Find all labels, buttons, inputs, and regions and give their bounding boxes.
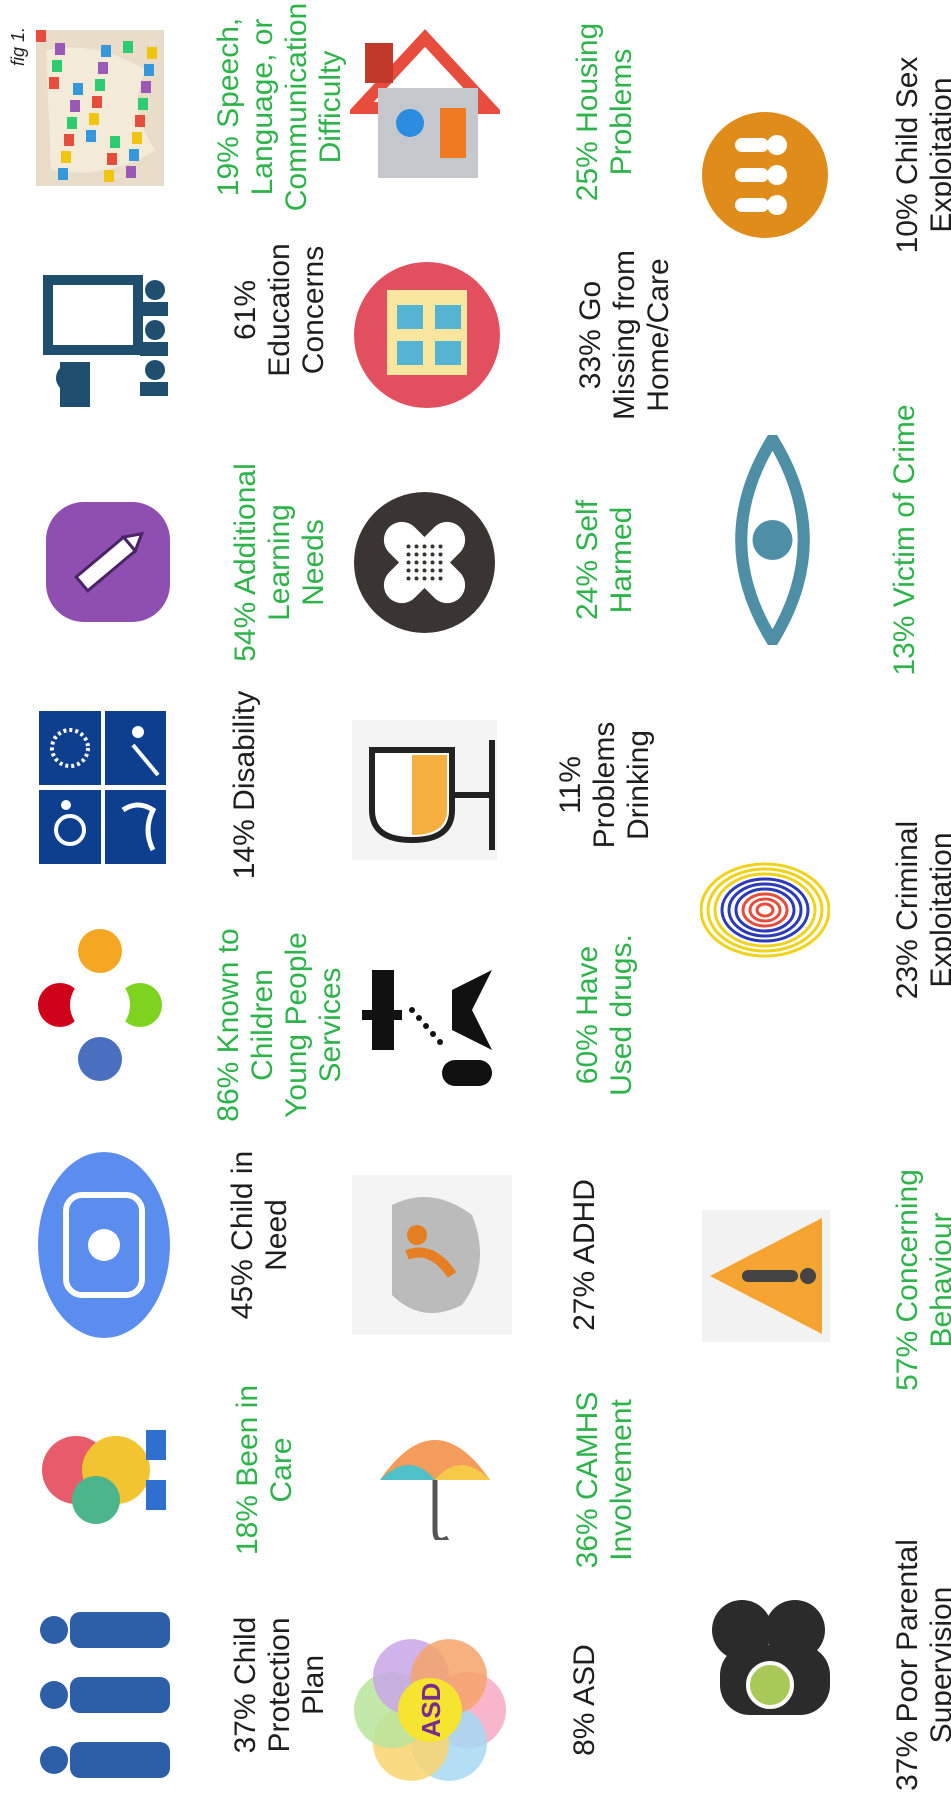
- stat-label-missing: 33% Go Missing from Home/Care: [574, 249, 675, 421]
- stat-label-learning: 54% Additional Learning Needs: [229, 463, 330, 662]
- people-circle-icon: [36, 925, 164, 1085]
- stat-label-care: 18% Been in Care: [231, 1384, 298, 1556]
- stat-label-camhs: 36% CAMHS Involvement: [571, 1391, 638, 1569]
- family-hands-icon: [36, 1150, 172, 1340]
- svg-text:ASD: ASD: [416, 1683, 446, 1738]
- figure-label: fig 1.: [8, 26, 28, 66]
- fingerprint-icon: [700, 860, 830, 960]
- drugs-icon: [352, 950, 497, 1090]
- eye-icon: [720, 435, 825, 645]
- stat-label-selfharm: 24% Self Harmed: [571, 499, 638, 621]
- house-icon: [350, 28, 500, 188]
- stat-label-cin: 45% Child in Need: [226, 1150, 293, 1320]
- stat-label-adhd: 27% ADHD: [568, 1179, 601, 1331]
- stat-label-cce: 23% Criminal Exploitation: [891, 820, 951, 1000]
- infographic: fig 1. 19% Speech, Language, or Communic…: [0, 0, 951, 1813]
- stat-label-cpp: 37% Child Protection Plan: [229, 1616, 330, 1754]
- umbrella-icon: [370, 1420, 500, 1540]
- speech-letters-icon: [36, 30, 164, 186]
- parent-child-icon: [700, 1580, 840, 1720]
- hugging-people-icon: [36, 1410, 170, 1530]
- warning-icon: [702, 1210, 830, 1342]
- stat-label-behaviour: 57% Concerning Behaviour: [891, 1169, 951, 1391]
- three-figures-icon: [700, 110, 830, 240]
- disability-symbols-icon: [38, 710, 166, 864]
- adhd-figures-icon: [352, 1175, 512, 1335]
- stat-label-drugs: 60% Have Used drugs.: [571, 934, 638, 1096]
- classroom-icon: [40, 270, 168, 410]
- family-figures-icon: [36, 1600, 176, 1790]
- stat-label-known: 86% Known to Children Young People Servi…: [212, 928, 347, 1122]
- asd-flower-icon: ASD: [350, 1630, 510, 1790]
- stat-label-cse: 10% Child Sex Exploitation: [891, 56, 951, 254]
- stat-label-drinking: 11% Problems Drinking: [554, 721, 655, 849]
- plaster-icon: [352, 490, 497, 635]
- stat-label-supervision: 37% Poor Parental Supervision: [891, 1539, 951, 1791]
- building-icon: [352, 255, 502, 415]
- stat-label-disability: 14% Disability: [228, 690, 261, 880]
- stat-label-education: 61% Education Concerns: [229, 243, 330, 377]
- stat-label-crime: 13% Victim of Crime: [888, 404, 921, 676]
- wine-glass-icon: [352, 720, 497, 860]
- pencil-icon: [44, 500, 172, 624]
- stat-label-speech: 19% Speech, Language, or Communication D…: [212, 2, 347, 212]
- stat-label-asd: 8% ASD: [568, 1644, 601, 1756]
- stat-label-housing: 25% Housing Problems: [571, 22, 638, 202]
